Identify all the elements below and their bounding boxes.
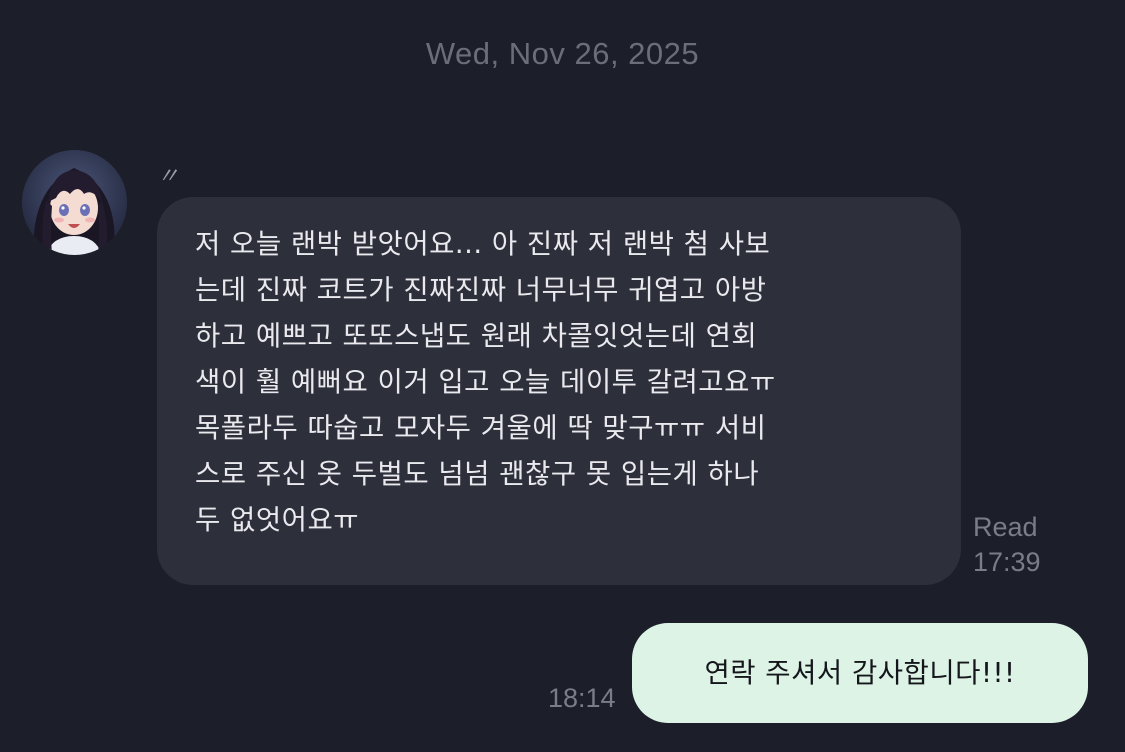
read-status: Read <box>973 512 1038 542</box>
date-divider: Wed, Nov 26, 2025 <box>425 36 700 71</box>
sender-avatar[interactable] <box>22 150 127 255</box>
incoming-message-meta: Read 17:39 <box>973 510 1041 580</box>
outgoing-message-time: 18:14 <box>548 683 616 713</box>
incoming-message-bubble[interactable]: 저 오늘 랜박 받앗어요... 아 진짜 저 랜박 첨 사보 는데 진짜 코트가… <box>157 197 961 585</box>
anime-girl-avatar-icon <box>22 150 127 255</box>
outgoing-message-bubble[interactable]: 연락 주셔서 감사합니다!!! <box>632 623 1088 723</box>
incoming-message-time: 17:39 <box>973 547 1041 577</box>
sender-name: 〃 <box>157 163 180 188</box>
